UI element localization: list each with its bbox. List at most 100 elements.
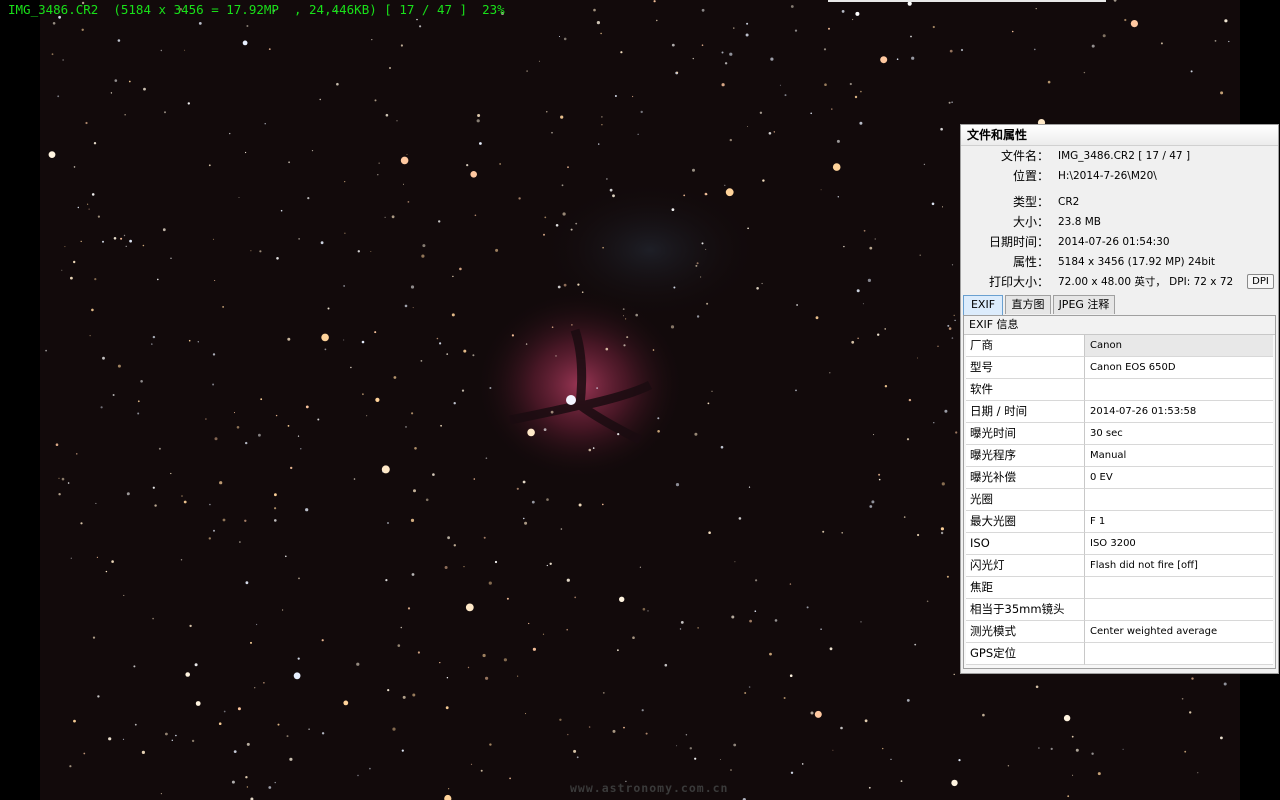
- star: [1097, 772, 1101, 776]
- exif-key: 曝光补偿: [966, 467, 1085, 489]
- star: [755, 579, 758, 582]
- star: [94, 278, 97, 281]
- star: [884, 385, 888, 388]
- star: [623, 344, 626, 347]
- star: [212, 353, 216, 356]
- tab-histogram[interactable]: 直方图: [1005, 295, 1051, 314]
- table-row[interactable]: 型号 Canon EOS 650D: [966, 357, 1275, 379]
- star: [152, 617, 154, 620]
- star: [52, 22, 56, 25]
- star: [91, 193, 95, 196]
- star: [851, 340, 855, 344]
- star: [864, 719, 868, 723]
- star: [242, 40, 248, 46]
- star: [820, 189, 822, 191]
- star: [729, 138, 732, 142]
- star: [183, 500, 187, 504]
- star: [188, 339, 191, 342]
- star: [494, 560, 498, 564]
- table-row[interactable]: 曝光时间 30 sec: [966, 423, 1275, 445]
- dpi-button[interactable]: DPI: [1247, 274, 1274, 289]
- tab-exif[interactable]: EXIF: [963, 295, 1003, 315]
- star: [625, 318, 627, 320]
- star: [642, 607, 646, 611]
- table-row[interactable]: 日期 / 时间 2014-07-26 01:53:58: [966, 401, 1275, 423]
- property-label: 打印大小：: [988, 275, 1049, 289]
- star: [463, 566, 465, 568]
- star: [532, 647, 536, 651]
- star: [459, 267, 462, 271]
- star: [1122, 748, 1124, 750]
- exif-key: 型号: [966, 357, 1085, 379]
- star: [856, 289, 860, 293]
- star: [947, 324, 950, 327]
- star: [551, 131, 553, 134]
- star: [731, 615, 735, 619]
- property-value: 2014-07-26 01:54:30: [1058, 236, 1170, 248]
- star: [102, 240, 104, 243]
- star: [815, 316, 819, 320]
- star: [588, 448, 592, 452]
- table-row[interactable]: 测光模式 Center weighted average: [966, 621, 1275, 643]
- table-row[interactable]: 软件: [966, 379, 1275, 401]
- star: [566, 578, 570, 582]
- star: [321, 639, 324, 642]
- star: [95, 502, 97, 504]
- table-row[interactable]: 光圈: [966, 489, 1275, 511]
- table-row[interactable]: 焦距: [966, 577, 1275, 599]
- property-label: 类型：: [1012, 195, 1049, 209]
- tab-jpeg-comment[interactable]: JPEG 注释: [1053, 295, 1115, 314]
- star: [906, 438, 910, 441]
- star: [160, 49, 162, 52]
- table-row[interactable]: 闪光灯 Flash did not fire [off]: [966, 555, 1275, 577]
- star: [794, 29, 798, 32]
- star: [152, 335, 156, 339]
- table-row[interactable]: GPS定位: [966, 643, 1275, 665]
- property-filename: 文件名： IMG_3486.CR2 [ 17 / 47 ]: [961, 146, 1278, 166]
- star: [824, 83, 827, 86]
- star: [719, 759, 721, 760]
- star: [601, 124, 603, 126]
- star: [869, 505, 873, 508]
- star: [546, 498, 549, 501]
- star: [612, 729, 616, 733]
- star: [1220, 736, 1223, 740]
- star: [238, 197, 240, 198]
- star: [425, 498, 429, 502]
- table-row[interactable]: 曝光程序 Manual: [966, 445, 1275, 467]
- star: [647, 610, 649, 612]
- table-row[interactable]: 最大光圈 F 1: [966, 511, 1275, 533]
- star: [436, 337, 439, 340]
- table-row[interactable]: 曝光补偿 0 EV: [966, 467, 1275, 489]
- star: [129, 239, 132, 243]
- exif-key: ISO: [966, 533, 1085, 555]
- star: [446, 677, 449, 679]
- star: [1035, 685, 1039, 689]
- star: [951, 779, 958, 787]
- watermark-text: www.astronomy.com.cn: [570, 781, 729, 795]
- star: [229, 132, 231, 135]
- star: [488, 581, 492, 585]
- star: [205, 418, 207, 420]
- table-row[interactable]: ISO ISO 3200: [966, 533, 1275, 555]
- star: [525, 713, 527, 715]
- star: [256, 623, 258, 626]
- star: [748, 486, 751, 488]
- star: [937, 345, 939, 347]
- star: [343, 285, 345, 287]
- star: [773, 131, 775, 133]
- star: [926, 600, 929, 603]
- exif-key: 焦距: [966, 577, 1085, 599]
- star: [573, 749, 577, 753]
- table-row[interactable]: 厂商 Canon: [966, 335, 1275, 357]
- star: [733, 27, 735, 29]
- star: [162, 228, 166, 232]
- star: [181, 495, 183, 497]
- star: [327, 307, 330, 310]
- star: [868, 786, 871, 789]
- star: [946, 575, 949, 578]
- star: [575, 222, 578, 225]
- table-row[interactable]: 相当于35mm镜头: [966, 599, 1275, 621]
- star: [725, 188, 734, 197]
- star: [114, 79, 118, 82]
